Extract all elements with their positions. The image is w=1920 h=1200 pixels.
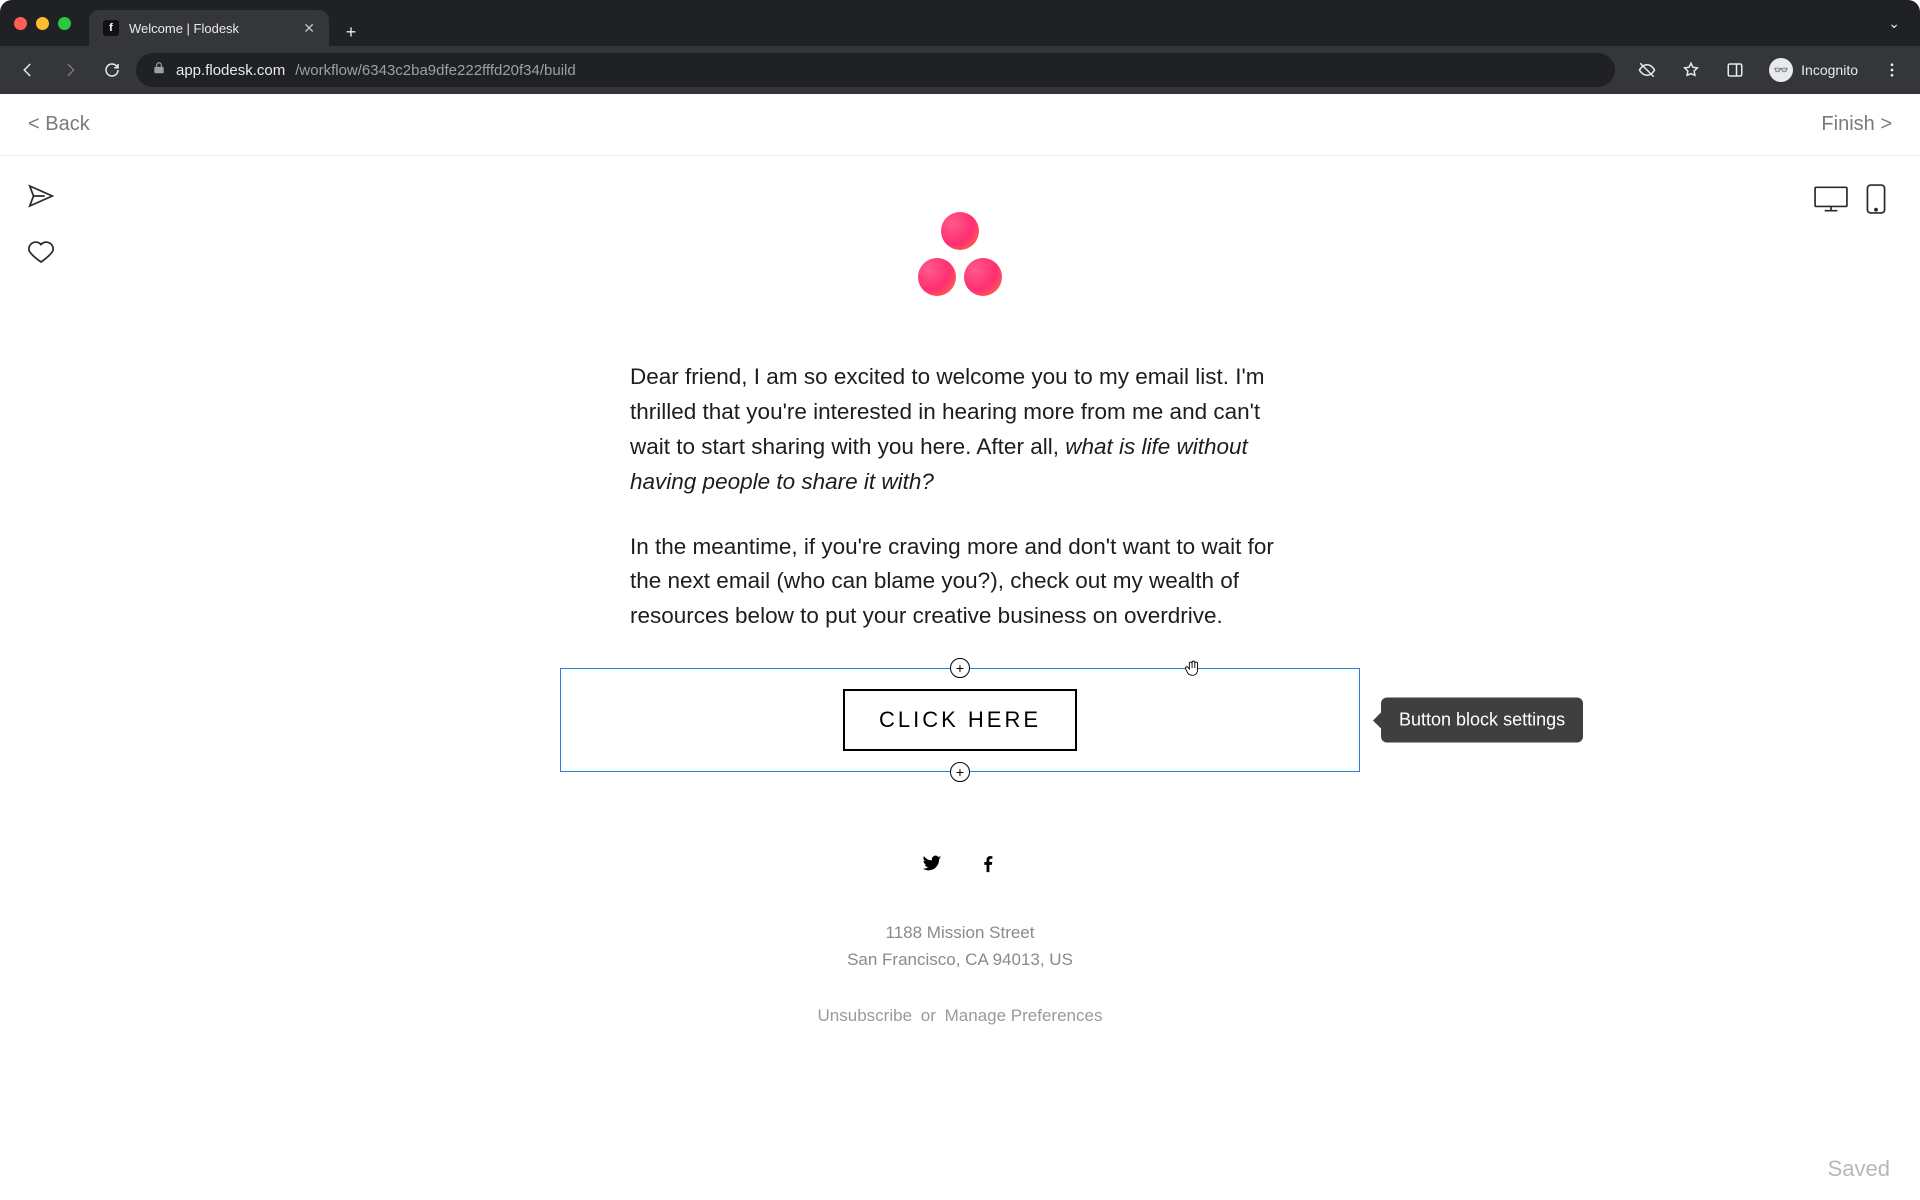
url-host: app.flodesk.com — [176, 62, 285, 79]
button-block-selected[interactable]: + CLICK HERE + Button block settings — [560, 668, 1360, 772]
tab-favicon: f — [103, 20, 119, 36]
tabs-overflow-button[interactable]: ⌄ — [1888, 15, 1900, 32]
cursor-grab-icon — [1182, 657, 1204, 679]
footer-address-line1: 1188 Mission Street — [560, 919, 1360, 946]
social-links — [560, 852, 1360, 879]
window-controls — [14, 17, 71, 30]
email-footer: 1188 Mission Street San Francisco, CA 94… — [560, 919, 1360, 1029]
add-block-below-button[interactable]: + — [950, 762, 970, 782]
add-block-above-button[interactable]: + — [950, 658, 970, 678]
window-titlebar: f Welcome | Flodesk ✕ + ⌄ — [0, 0, 1920, 46]
editor-header: < Back Finish > — [0, 94, 1920, 156]
nav-back-button[interactable] — [10, 52, 46, 88]
window-close-button[interactable] — [14, 17, 27, 30]
unsubscribe-link[interactable]: Unsubscribe — [818, 1006, 913, 1025]
tracking-icon[interactable] — [1629, 52, 1665, 88]
lock-icon — [152, 61, 166, 79]
tab-title: Welcome | Flodesk — [129, 21, 293, 36]
back-link[interactable]: < Back — [28, 113, 90, 136]
url-path: /workflow/6343c2ba9dfe222fffd20f34/build — [295, 62, 576, 79]
address-bar[interactable]: app.flodesk.com/workflow/6343c2ba9dfe222… — [136, 53, 1615, 87]
nav-reload-button[interactable] — [94, 52, 130, 88]
email-canvas: Dear friend, I am so excited to welcome … — [0, 156, 1920, 1200]
incognito-icon: 👓 — [1769, 58, 1793, 82]
window-zoom-button[interactable] — [58, 17, 71, 30]
window-minimize-button[interactable] — [36, 17, 49, 30]
email-body[interactable]: Dear friend, I am so excited to welcome … — [630, 360, 1290, 634]
sidepanel-icon[interactable] — [1717, 52, 1753, 88]
email-paragraph-1[interactable]: Dear friend, I am so excited to welcome … — [630, 360, 1290, 500]
facebook-icon[interactable] — [977, 852, 999, 879]
tab-close-button[interactable]: ✕ — [303, 20, 315, 37]
footer-or: or — [921, 1006, 936, 1025]
twitter-icon[interactable] — [921, 852, 943, 879]
incognito-label: Incognito — [1801, 62, 1858, 78]
finish-link[interactable]: Finish > — [1821, 113, 1892, 136]
bookmark-star-icon[interactable] — [1673, 52, 1709, 88]
email-paragraph-2[interactable]: In the meantime, if you're craving more … — [630, 530, 1290, 635]
incognito-indicator[interactable]: 👓 Incognito — [1761, 54, 1866, 86]
nav-forward-button[interactable] — [52, 52, 88, 88]
browser-toolbar: app.flodesk.com/workflow/6343c2ba9dfe222… — [0, 46, 1920, 94]
tooltip-text: Button block settings — [1399, 710, 1565, 730]
cta-button[interactable]: CLICK HERE — [843, 689, 1077, 751]
new-tab-button[interactable]: + — [337, 18, 365, 46]
footer-address-line2: San Francisco, CA 94013, US — [560, 946, 1360, 973]
browser-menu-button[interactable] — [1874, 52, 1910, 88]
manage-preferences-link[interactable]: Manage Preferences — [945, 1006, 1103, 1025]
block-settings-tooltip[interactable]: Button block settings — [1381, 698, 1583, 743]
save-status: Saved — [1828, 1156, 1890, 1182]
brand-logo[interactable] — [918, 212, 1002, 296]
browser-tab[interactable]: f Welcome | Flodesk ✕ — [89, 10, 329, 46]
